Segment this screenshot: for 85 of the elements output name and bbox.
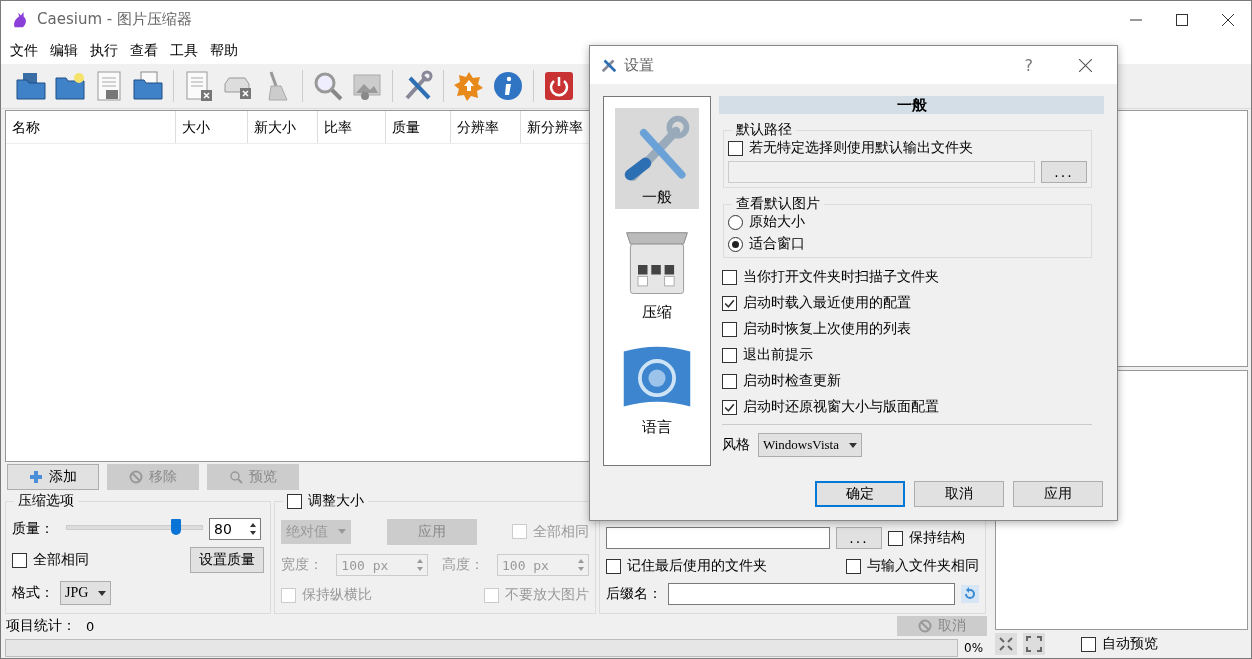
search-icon: [229, 470, 243, 484]
format-label: 格式：: [12, 584, 54, 603]
close-icon[interactable]: [1079, 58, 1092, 72]
maximize-icon[interactable]: [1176, 13, 1188, 26]
column-header[interactable]: 新大小: [248, 111, 318, 143]
info-icon[interactable]: [492, 70, 524, 102]
remember-folder-checkbox[interactable]: 记住最后使用的文件夹: [606, 557, 767, 575]
browse-button[interactable]: ...: [1041, 161, 1087, 183]
option-checkbox[interactable]: 启动时检查更新: [722, 372, 1092, 390]
option-checkbox[interactable]: 启动时恢复上次使用的列表: [722, 320, 1092, 338]
same-for-all-checkbox[interactable]: 全部相同: [12, 551, 89, 570]
menu-item[interactable]: 查看: [125, 42, 163, 60]
width-label: 宽度：: [281, 556, 323, 575]
item-count-label: 项目统计：: [6, 617, 76, 635]
update-badge-icon[interactable]: [453, 70, 485, 102]
height-label: 高度：: [441, 556, 484, 575]
dialog-button[interactable]: 应用: [1013, 481, 1103, 507]
group-title: 查看默认图片: [732, 195, 824, 213]
quality-spinbox[interactable]: 80: [209, 517, 261, 540]
dialog-button[interactable]: 确定: [815, 481, 905, 507]
progress-percent: 0%: [964, 641, 985, 655]
fit-icon[interactable]: [995, 633, 1017, 655]
open-folder-icon[interactable]: [15, 70, 47, 102]
resize-checkbox[interactable]: 调整大小: [283, 492, 368, 510]
sidebar-item[interactable]: 语言: [615, 338, 699, 439]
search-icon[interactable]: [312, 70, 344, 102]
reset-icon[interactable]: [961, 585, 979, 603]
option-checkbox[interactable]: 启动时还原视窗大小与版面配置: [722, 398, 1092, 416]
sidebar-item[interactable]: 一般: [615, 108, 699, 209]
radio-circle[interactable]: [728, 214, 743, 230]
caret-icon: [338, 529, 346, 535]
option-checkbox[interactable]: 启动时载入最近使用的配置: [722, 294, 1092, 312]
caret-icon: [848, 442, 857, 448]
suffix-label: 后缀名：: [606, 585, 662, 603]
add-button[interactable]: 添加: [7, 464, 99, 490]
set-quality-button[interactable]: 设置质量: [190, 547, 264, 574]
no-entry-icon: [918, 619, 932, 633]
menu-item[interactable]: 编辑: [45, 42, 83, 60]
output-folder-field[interactable]: [606, 527, 830, 549]
plus-icon: [29, 470, 43, 484]
keep-structure-checkbox[interactable]: 保持结构: [888, 529, 965, 547]
group-title: 默认路径: [732, 121, 796, 139]
app-logo-icon: [11, 10, 29, 29]
same-as-input-checkbox[interactable]: 与输入文件夹相同: [846, 557, 979, 575]
style-label: 风格: [722, 436, 750, 454]
menu-item[interactable]: 工具: [165, 42, 203, 60]
sidebar-item[interactable]: 压缩: [615, 223, 699, 324]
column-header[interactable]: 名称: [6, 111, 176, 143]
browse-button[interactable]: ...: [836, 527, 882, 549]
menu-item[interactable]: 帮助: [205, 42, 243, 60]
format-dropdown[interactable]: JPG: [60, 581, 112, 606]
option-checkbox[interactable]: 当你打开文件夹时扫描子文件夹: [722, 268, 1092, 286]
section-header: 一般: [719, 96, 1104, 114]
menu-item[interactable]: 执行: [85, 42, 123, 60]
remove-document-icon[interactable]: [183, 70, 215, 102]
radio-button[interactable]: 原始大小: [728, 213, 1087, 231]
power-icon[interactable]: [543, 70, 575, 102]
column-header[interactable]: 分辨率: [451, 111, 521, 143]
item-count: 0: [86, 618, 95, 634]
column-header[interactable]: 比率: [318, 111, 386, 143]
window-title: Caesium - 图片压缩器: [37, 10, 192, 29]
dialog-title: 设置: [624, 55, 654, 75]
style-dropdown[interactable]: WindowsVista: [758, 433, 862, 457]
default-output-checkbox[interactable]: 若无特定选择则使用默认输出文件夹: [728, 139, 1087, 157]
close-icon[interactable]: [1222, 13, 1234, 26]
radio-circle[interactable]: [728, 236, 743, 252]
spin-arrows-icon[interactable]: [249, 521, 257, 536]
fullscreen-icon[interactable]: [1023, 633, 1045, 655]
menu-item[interactable]: 文件: [5, 42, 43, 60]
folder-document-icon[interactable]: [132, 70, 164, 102]
slider-thumb[interactable]: [170, 518, 181, 535]
caret-icon: [98, 590, 107, 596]
radio-button[interactable]: 适合窗口: [728, 235, 1087, 253]
suffix-field[interactable]: [668, 583, 955, 605]
column-header[interactable]: 大小: [176, 111, 248, 143]
column-header[interactable]: 质量: [386, 111, 451, 143]
group-title: 压缩选项: [14, 492, 78, 510]
no-entry-icon: [129, 470, 143, 484]
new-folder-icon[interactable]: [54, 70, 86, 102]
option-checkbox[interactable]: 退出前提示: [722, 346, 1092, 364]
help-button[interactable]: ?: [1024, 55, 1033, 75]
dialog-button[interactable]: 取消: [914, 481, 1004, 507]
path-field[interactable]: [728, 161, 1035, 183]
quality-label: 质量：: [12, 519, 54, 538]
auto-preview-checkbox[interactable]: 自动预览: [1081, 635, 1158, 653]
